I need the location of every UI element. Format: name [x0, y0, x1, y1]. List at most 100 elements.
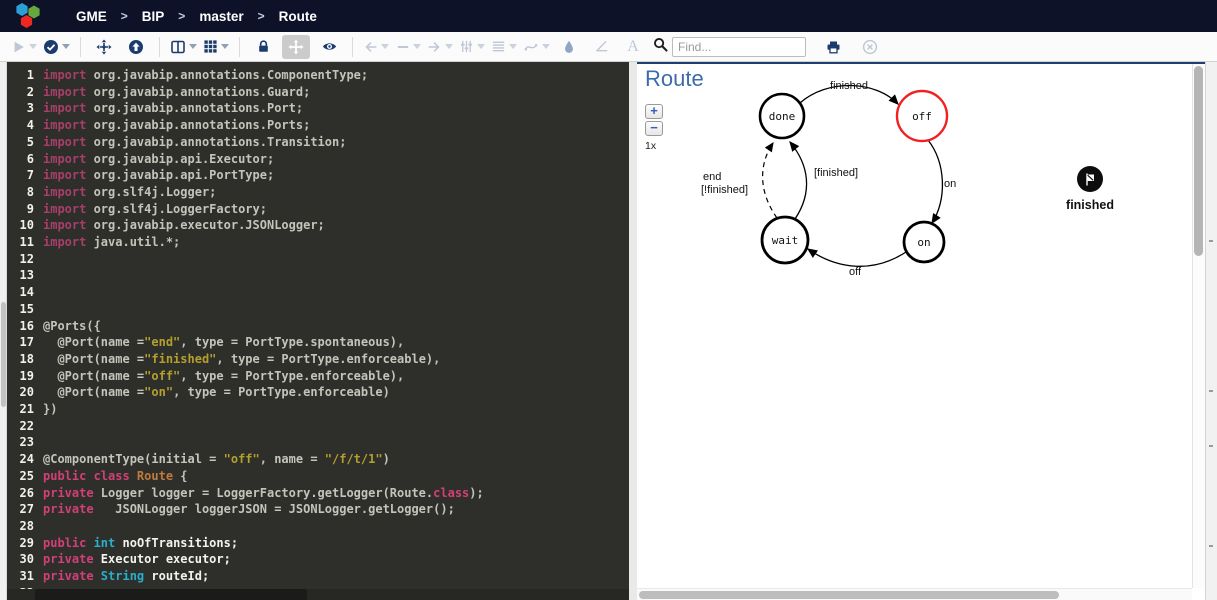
edge-on-to-wait[interactable] [806, 248, 907, 267]
code-line[interactable]: 2 import org.javabip.annotations.Guard; [7, 84, 629, 101]
code-line[interactable]: 19 @Port(name ="off", type = PortType.en… [7, 368, 629, 385]
toolbar-divider [239, 36, 240, 57]
dash-icon[interactable] [395, 35, 421, 59]
line-number: 23 [19, 435, 34, 450]
code-line[interactable]: 29 public int noOfTransitions; [7, 535, 629, 552]
code-line[interactable]: 6 import org.javabip.api.Executor; [7, 151, 629, 168]
code-text: import org.slf4j.LoggerFactory; [43, 201, 267, 216]
line-number: 5 [26, 134, 34, 149]
edge-wait-to-done-end[interactable] [762, 142, 778, 219]
eye-visibility-icon[interactable] [316, 35, 342, 59]
code-line[interactable]: 11 import java.util.*; [7, 234, 629, 251]
find-input[interactable] [672, 36, 806, 57]
code-line[interactable]: 3 import org.javabip.annotations.Port; [7, 100, 629, 117]
line-number: 9 [26, 201, 34, 216]
code-line[interactable]: 23 [7, 434, 629, 451]
code-line[interactable]: 26 private Logger logger = LoggerFactory.… [7, 485, 629, 502]
code-line[interactable]: 20 @Port(name ="on", type = PortType.enf… [7, 384, 629, 401]
line-number: 25 [19, 468, 34, 483]
arrow-right-icon[interactable] [427, 35, 453, 59]
arrow-left-icon[interactable] [363, 35, 389, 59]
print-icon[interactable] [820, 35, 846, 59]
commit-check-icon[interactable] [43, 35, 70, 59]
code-line[interactable]: 17 @Port(name ="end", type = PortType.sp… [7, 334, 629, 351]
code-line[interactable]: 27 private JSONLogger loggerJSON = JSONLo… [7, 501, 629, 518]
code-line[interactable]: 10 import org.javabip.executor.JSONLogger… [7, 217, 629, 234]
code-line[interactable]: 1 import org.javabip.annotations.Componen… [7, 67, 629, 84]
model-visualizer-panel: Route + − 1x finished on off [finished] [637, 62, 1205, 600]
clear-circle-icon[interactable] [857, 35, 883, 59]
panel-vertical-scrollbar[interactable] [1192, 64, 1205, 588]
edge-off-to-on[interactable] [927, 139, 944, 225]
line-number: 27 [19, 502, 34, 517]
run-play-icon[interactable] [11, 35, 37, 59]
droplet-fill-icon[interactable] [556, 35, 582, 59]
gme-logo-icon[interactable] [12, 2, 46, 30]
line-number: 11 [19, 235, 34, 250]
scroll-marker [1209, 390, 1213, 392]
state-label-done: done [769, 110, 796, 123]
breadcrumb-separator: > [178, 9, 186, 23]
edge-wait-to-done-finished[interactable] [789, 140, 808, 220]
code-line[interactable]: 28 [7, 518, 629, 535]
code-text: }) [43, 402, 58, 417]
edge-label-guard-finished: [finished] [814, 167, 858, 179]
move-mode-icon[interactable] [282, 34, 310, 59]
menu-lines-icon[interactable] [491, 35, 517, 59]
code-line[interactable]: 18 @Port(name ="finished", type = PortTy… [7, 351, 629, 368]
code-text: @Port(name ="finished", type = PortType.… [43, 351, 441, 366]
panel-splitter[interactable] [629, 62, 637, 600]
code-line[interactable]: 12 [7, 251, 629, 268]
port-label: finished [1066, 198, 1114, 212]
connection-curve-icon[interactable] [523, 35, 550, 59]
sliders-icon[interactable] [459, 35, 485, 59]
font-icon[interactable]: A [620, 35, 646, 59]
edge-label-on: on [944, 178, 956, 190]
code-line[interactable]: 9 import org.slf4j.LoggerFactory; [7, 201, 629, 218]
code-line[interactable]: 4 import org.javabip.annotations.Ports; [7, 117, 629, 134]
upload-circle-icon[interactable] [123, 35, 149, 59]
editor-horizontal-scrollbar[interactable] [7, 589, 629, 600]
code-line[interactable]: 30 private Executor executor; [7, 551, 629, 568]
scroll-marker [1209, 240, 1213, 242]
code-line[interactable]: 31 private String routeId; [7, 568, 629, 585]
breadcrumb-node[interactable]: Route [279, 9, 317, 24]
breadcrumb-branch[interactable]: master [199, 9, 243, 24]
finish-flag-icon [1077, 166, 1103, 192]
panel-horizontal-scrollbar[interactable] [637, 588, 1192, 600]
code-line[interactable]: 15 [7, 301, 629, 318]
toolbar-divider [352, 36, 353, 57]
code-editor[interactable]: 1 import org.javabip.annotations.Componen… [7, 62, 629, 600]
angle-icon[interactable] [588, 35, 614, 59]
line-number: 15 [19, 301, 34, 316]
lock-icon[interactable] [250, 35, 276, 59]
grid-layout-icon[interactable] [203, 35, 229, 59]
crosshair-locate-icon[interactable] [91, 35, 117, 59]
code-text: import org.javabip.annotations.Component… [43, 68, 369, 82]
code-text: import java.util.*; [43, 235, 181, 250]
left-mini-scrollbar[interactable] [0, 62, 7, 600]
breadcrumb-project[interactable]: GME [76, 9, 107, 24]
top-nav: GME > BIP > master > Route [0, 0, 1217, 32]
code-line[interactable]: 13 [7, 267, 629, 284]
state-label-on: on [917, 236, 930, 249]
code-line[interactable]: 14 [7, 284, 629, 301]
panel-horizontal-scrollbar-thumb[interactable] [639, 591, 1059, 599]
window-right-scroll-strip[interactable] [1205, 62, 1217, 600]
code-line[interactable]: 22 [7, 418, 629, 435]
code-line[interactable]: 16 @Ports({ [7, 318, 629, 335]
code-line[interactable]: 5 import org.javabip.annotations.Transiti… [7, 134, 629, 151]
panel-vertical-scrollbar-thumb[interactable] [1194, 66, 1203, 256]
breadcrumb-repo[interactable]: BIP [142, 9, 165, 24]
left-mini-scrollbar-thumb[interactable] [1, 302, 6, 407]
code-line[interactable]: 24 @ComponentType(initial = "off", name =… [7, 451, 629, 468]
state-label-off: off [912, 110, 932, 123]
code-line[interactable]: 8 import org.slf4j.Logger; [7, 184, 629, 201]
editor-horizontal-scrollbar-thumb[interactable] [35, 589, 307, 600]
code-line[interactable]: 21}) [7, 401, 629, 418]
split-view-icon[interactable] [170, 35, 197, 59]
port-finished[interactable]: finished [1061, 166, 1119, 212]
line-number: 17 [19, 335, 34, 350]
code-line[interactable]: 25 public class Route { [7, 468, 629, 485]
code-line[interactable]: 7 import org.javabip.api.PortType; [7, 167, 629, 184]
